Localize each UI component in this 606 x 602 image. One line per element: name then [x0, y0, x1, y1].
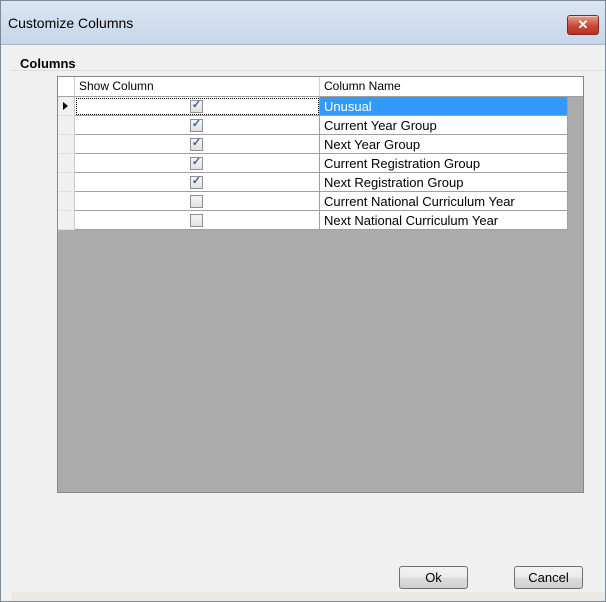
show-column-cell — [75, 211, 320, 230]
column-name-cell[interactable]: Next Year Group — [320, 135, 568, 154]
table-row[interactable]: ✓ Next Registration Group — [58, 173, 568, 192]
show-column-cell: ✓ — [75, 135, 320, 154]
column-name-cell[interactable]: Unusual — [320, 97, 568, 116]
row-selector[interactable] — [58, 192, 75, 211]
header-row-selector — [58, 77, 75, 96]
grid-header: Show Column Column Name — [58, 77, 583, 97]
checkmark-icon: ✓ — [191, 99, 202, 111]
column-name-cell[interactable]: Current Registration Group — [320, 154, 568, 173]
checkmark-icon: ✓ — [191, 118, 202, 130]
ok-button[interactable]: Ok — [399, 566, 468, 589]
show-column-checkbox[interactable] — [190, 214, 203, 227]
table-row[interactable]: ✓ Current Year Group — [58, 116, 568, 135]
show-column-cell: ✓ — [75, 154, 320, 173]
cancel-button[interactable]: Cancel — [514, 566, 583, 589]
title-bar: Customize Columns ✕ — [1, 1, 605, 45]
row-selector[interactable] — [58, 154, 75, 173]
show-column-cell — [75, 192, 320, 211]
table-row[interactable]: ✓ Next Year Group — [58, 135, 568, 154]
close-button[interactable]: ✕ — [567, 15, 599, 35]
show-column-cell: ✓ — [75, 116, 320, 135]
row-selector[interactable] — [58, 116, 75, 135]
customize-columns-dialog: Customize Columns ✕ Columns Show Column … — [0, 0, 606, 602]
show-column-cell: ✓ — [75, 173, 320, 192]
show-column-checkbox[interactable]: ✓ — [190, 175, 203, 189]
table-row[interactable]: Next National Curriculum Year — [58, 211, 568, 230]
column-name-cell[interactable]: Next Registration Group — [320, 173, 568, 192]
show-column-checkbox[interactable]: ✓ — [190, 99, 203, 113]
dialog-title: Customize Columns — [8, 15, 134, 31]
show-column-cell: ✓ — [75, 97, 320, 116]
row-selector[interactable] — [58, 173, 75, 192]
table-row[interactable]: ✓ Unusual — [58, 97, 568, 116]
column-name-cell[interactable]: Current National Curriculum Year — [320, 192, 568, 211]
table-row[interactable]: ✓ Current Registration Group — [58, 154, 568, 173]
columns-group-label: Columns — [20, 56, 76, 71]
row-selector[interactable] — [58, 135, 75, 154]
status-strip — [11, 592, 605, 601]
column-name-cell[interactable]: Current Year Group — [320, 116, 568, 135]
column-name-cell[interactable]: Next National Curriculum Year — [320, 211, 568, 230]
row-selector[interactable] — [58, 97, 75, 116]
close-icon: ✕ — [577, 17, 589, 32]
show-column-checkbox[interactable]: ✓ — [190, 137, 203, 151]
checkmark-icon: ✓ — [191, 175, 202, 187]
show-column-checkbox[interactable]: ✓ — [190, 156, 203, 170]
row-selector[interactable] — [58, 211, 75, 230]
header-show-column[interactable]: Show Column — [75, 77, 320, 96]
table-row[interactable]: Current National Curriculum Year — [58, 192, 568, 211]
show-column-checkbox[interactable] — [190, 195, 203, 208]
columns-grid[interactable]: Show Column Column Name ✓ Unusual ✓ Current… — [57, 76, 584, 493]
checkmark-icon: ✓ — [191, 156, 202, 168]
group-divider — [11, 70, 605, 71]
show-column-checkbox[interactable]: ✓ — [190, 118, 203, 132]
header-column-name[interactable]: Column Name — [320, 77, 583, 96]
checkmark-icon: ✓ — [191, 137, 202, 149]
current-row-arrow-icon — [63, 102, 68, 110]
